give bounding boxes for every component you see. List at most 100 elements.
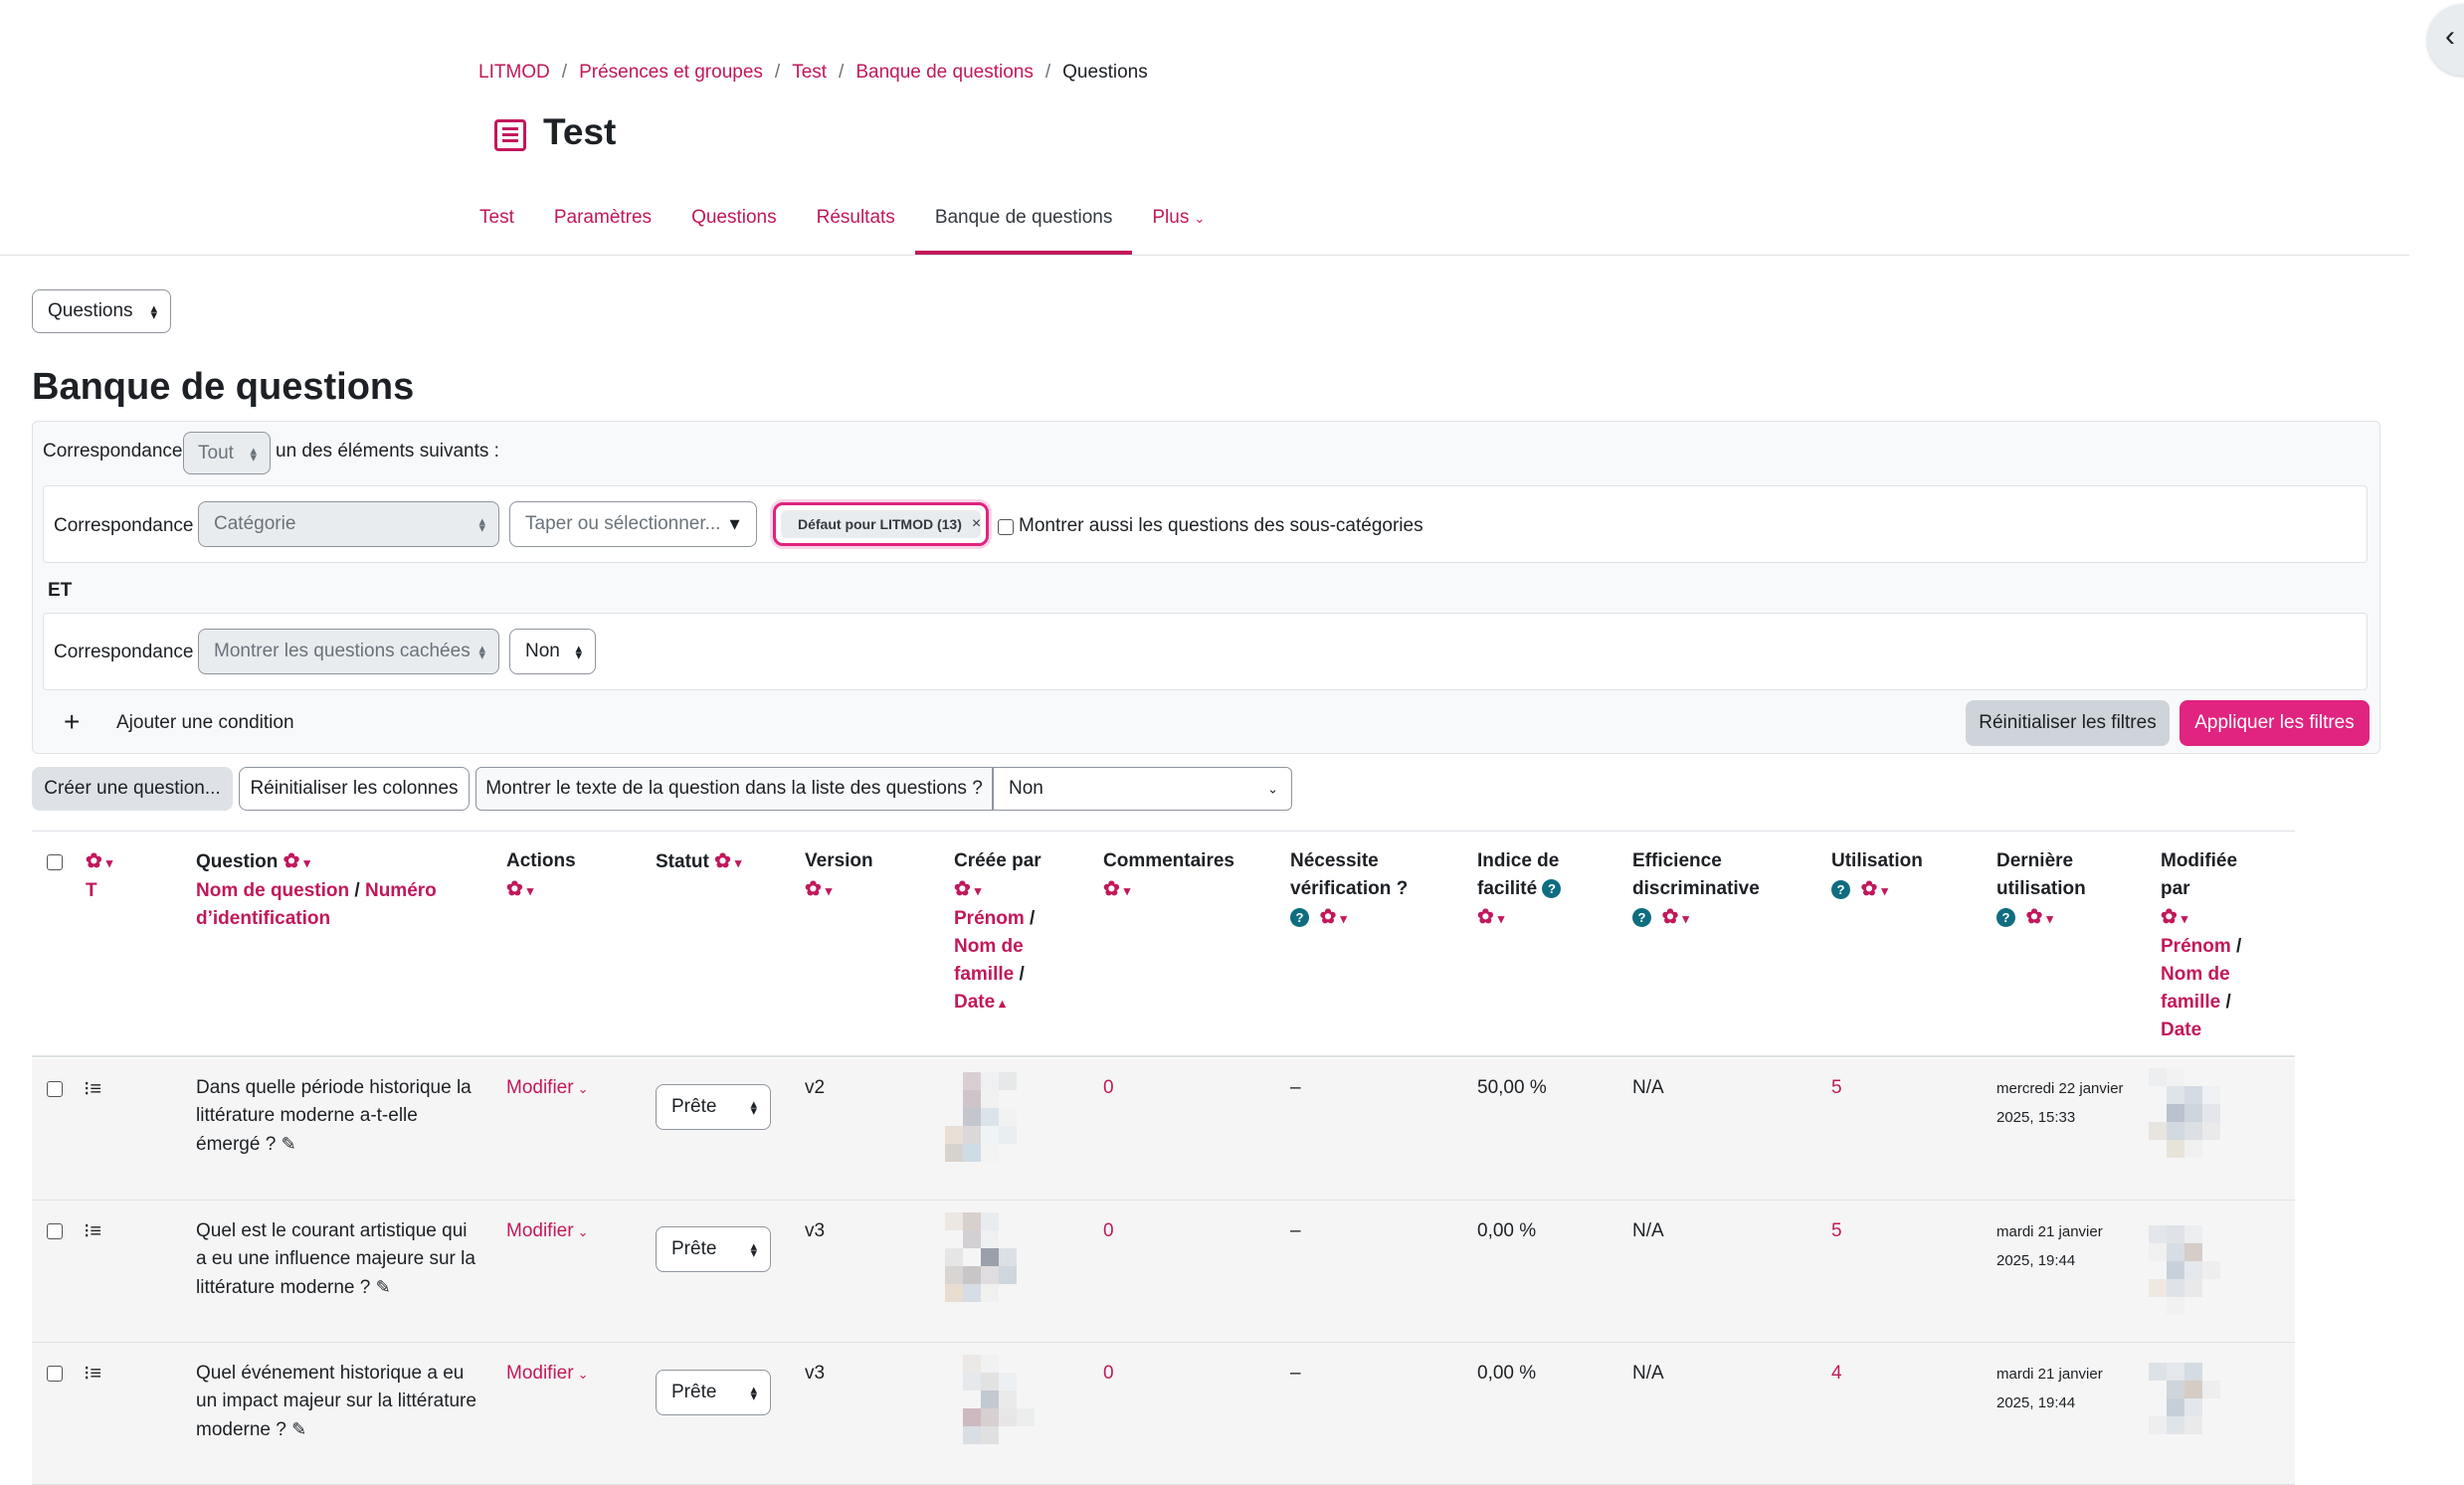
status-select[interactable]: Prête ▴ ▾ — [656, 1226, 771, 1272]
pencil-icon[interactable]: ✎ — [291, 1419, 306, 1439]
gear-icon[interactable]: ✿ — [2161, 906, 2178, 928]
select-arrows-icon: ▴ ▾ — [150, 300, 157, 322]
row-actions-menu[interactable]: Modifier ⌄ — [506, 1074, 588, 1103]
sort-type-link[interactable]: T — [86, 880, 97, 901]
sort-firstname-link[interactable]: Prénom — [2161, 936, 2231, 957]
avatar — [945, 1072, 1052, 1180]
match-type-select[interactable]: Tout ▴ ▾ — [183, 432, 271, 474]
dropdown-triangle-icon: ▼ — [726, 514, 743, 534]
add-condition-link[interactable]: Ajouter une condition — [116, 712, 294, 734]
hidden-value-select[interactable]: Non ▴ ▾ — [509, 629, 596, 674]
select-arrows-icon: ▴ ▾ — [250, 442, 257, 464]
status-select[interactable]: Prête ▴ ▾ — [656, 1084, 771, 1130]
sort-lastname-link[interactable]: Nom de famille — [2161, 964, 2230, 1013]
match-type-value: Tout — [198, 442, 234, 464]
column-type: ✿ ▾ T — [86, 847, 112, 905]
gear-icon[interactable]: ✿ — [1103, 878, 1120, 900]
gear-icon[interactable]: ✿ — [714, 850, 731, 872]
tab-resultats[interactable]: Résultats — [797, 195, 915, 255]
sort-date-link[interactable]: Date — [954, 992, 995, 1013]
help-icon[interactable]: ? — [1831, 880, 1850, 900]
sort-lastname-link[interactable]: Nom de famille — [954, 936, 1024, 985]
condition-field-select[interactable]: Catégorie ▴ ▾ — [198, 501, 499, 547]
tab-test[interactable]: Test — [460, 195, 534, 255]
gear-icon[interactable]: ✿ — [1861, 878, 1878, 900]
sort-firstname-link[interactable]: Prénom — [954, 908, 1025, 929]
column-last-used: Dernière utilisation ? ✿ ▾ — [1996, 847, 2106, 933]
gear-icon[interactable]: ✿ — [805, 878, 822, 900]
column-created-by-title: Créée par — [954, 850, 1042, 871]
help-icon[interactable]: ? — [1632, 908, 1651, 928]
breadcrumb-item[interactable]: Test — [792, 62, 827, 84]
create-question-button[interactable]: Créer une question... — [32, 767, 233, 811]
chevron-down-icon: ▾ — [1881, 883, 1888, 898]
help-icon[interactable]: ? — [1290, 908, 1309, 928]
select-all-checkbox[interactable] — [47, 854, 63, 870]
category-chip-label: Défaut pour LITMOD (13) — [798, 516, 962, 532]
plus-icon[interactable]: + — [64, 706, 80, 738]
breadcrumb-item[interactable]: Présences et groupes — [579, 62, 763, 84]
usage-link[interactable]: 4 — [1831, 1360, 1842, 1388]
row-actions-menu[interactable]: Modifier ⌄ — [506, 1360, 588, 1389]
show-text-label: Montrer le texte de la question dans la … — [475, 767, 993, 811]
breadcrumb-item[interactable]: Banque de questions — [855, 62, 1034, 84]
category-chip[interactable]: Défaut pour LITMOD (13) × — [773, 502, 989, 546]
gear-icon[interactable]: ✿ — [506, 878, 523, 900]
row-actions-menu[interactable]: Modifier ⌄ — [506, 1217, 588, 1246]
help-icon[interactable]: ? — [1542, 879, 1562, 899]
comments-link[interactable]: 0 — [1103, 1217, 1114, 1245]
gear-icon[interactable]: ✿ — [954, 878, 971, 900]
chevron-down-icon: ⌄ — [577, 1367, 589, 1382]
discrimination-value: N/A — [1632, 1363, 1664, 1384]
show-text-select[interactable]: Non ⌄ — [993, 767, 1292, 811]
breadcrumb-item[interactable]: LITMOD — [478, 62, 550, 84]
subcategories-checkbox[interactable] — [998, 519, 1014, 535]
condition-field-value: Catégorie — [214, 513, 296, 534]
hidden-value: Non — [525, 641, 560, 661]
close-icon[interactable]: × — [972, 515, 981, 533]
chevron-down-icon: ▾ — [2046, 911, 2053, 926]
needs-check-value: – — [1290, 1363, 1301, 1384]
gear-icon[interactable]: ✿ — [2026, 906, 2043, 928]
chevron-down-icon: ▾ — [1497, 911, 1505, 926]
sort-name-link[interactable]: Nom de question — [196, 880, 349, 901]
gear-icon[interactable]: ✿ — [1320, 906, 1337, 928]
condition-field-select[interactable]: Montrer les questions cachées ▴ ▾ — [198, 629, 499, 674]
status-value: Prête — [671, 1382, 717, 1402]
usage-link[interactable]: 5 — [1831, 1074, 1842, 1102]
apply-filters-button[interactable]: Appliquer les filtres — [2180, 700, 2369, 746]
status-select[interactable]: Prête ▴ ▾ — [656, 1370, 771, 1415]
gear-icon[interactable]: ✿ — [1662, 906, 1679, 928]
category-search-input[interactable]: Taper ou sélectionner... ▼ — [509, 501, 757, 547]
view-select[interactable]: Questions ▴ ▾ — [32, 289, 171, 333]
tab-questions[interactable]: Questions — [671, 195, 797, 255]
row-checkbox[interactable] — [47, 1366, 63, 1382]
tab-plus[interactable]: Plus ⌄ — [1132, 195, 1225, 255]
row-checkbox[interactable] — [47, 1081, 63, 1097]
column-modified-by: Modifiée par ✿ ▾ Prénom / Nom de famille … — [2161, 850, 2242, 1040]
chevron-down-icon: ▾ — [734, 855, 742, 870]
column-created-by: Créée par ✿ ▾ Prénom / Nom de famille / D… — [954, 850, 1042, 1013]
gear-icon[interactable]: ✿ — [1477, 906, 1494, 928]
divider — [0, 255, 2409, 256]
pencil-icon[interactable]: ✎ — [282, 1134, 296, 1154]
condition-label: Correspondance — [54, 515, 194, 536]
usage-link[interactable]: 5 — [1831, 1217, 1842, 1245]
pencil-icon[interactable]: ✎ — [376, 1277, 391, 1297]
last-used-value: mardi 21 janvier 2025, 19:44 — [1996, 1223, 2103, 1269]
comments-link[interactable]: 0 — [1103, 1074, 1114, 1102]
gear-icon[interactable]: ✿ — [86, 850, 102, 872]
sort-date-link[interactable]: Date — [2161, 1020, 2201, 1040]
drawer-toggle-button[interactable]: ‹ — [2427, 4, 2464, 76]
tab-parametres[interactable]: Paramètres — [534, 195, 671, 255]
reset-filters-button[interactable]: Réinitialiser les filtres — [1966, 700, 2170, 746]
select-arrows-icon: ▴ ▾ — [478, 641, 485, 662]
help-icon[interactable]: ? — [1996, 908, 2015, 928]
tab-banque-de-questions[interactable]: Banque de questions — [914, 195, 1133, 255]
comments-link[interactable]: 0 — [1103, 1360, 1114, 1388]
reset-columns-button[interactable]: Réinitialiser les colonnes — [239, 767, 470, 811]
version-value: v3 — [805, 1220, 826, 1241]
row-checkbox[interactable] — [47, 1223, 63, 1239]
chevron-down-icon: ▾ — [2180, 911, 2188, 926]
gear-icon[interactable]: ✿ — [284, 850, 300, 872]
